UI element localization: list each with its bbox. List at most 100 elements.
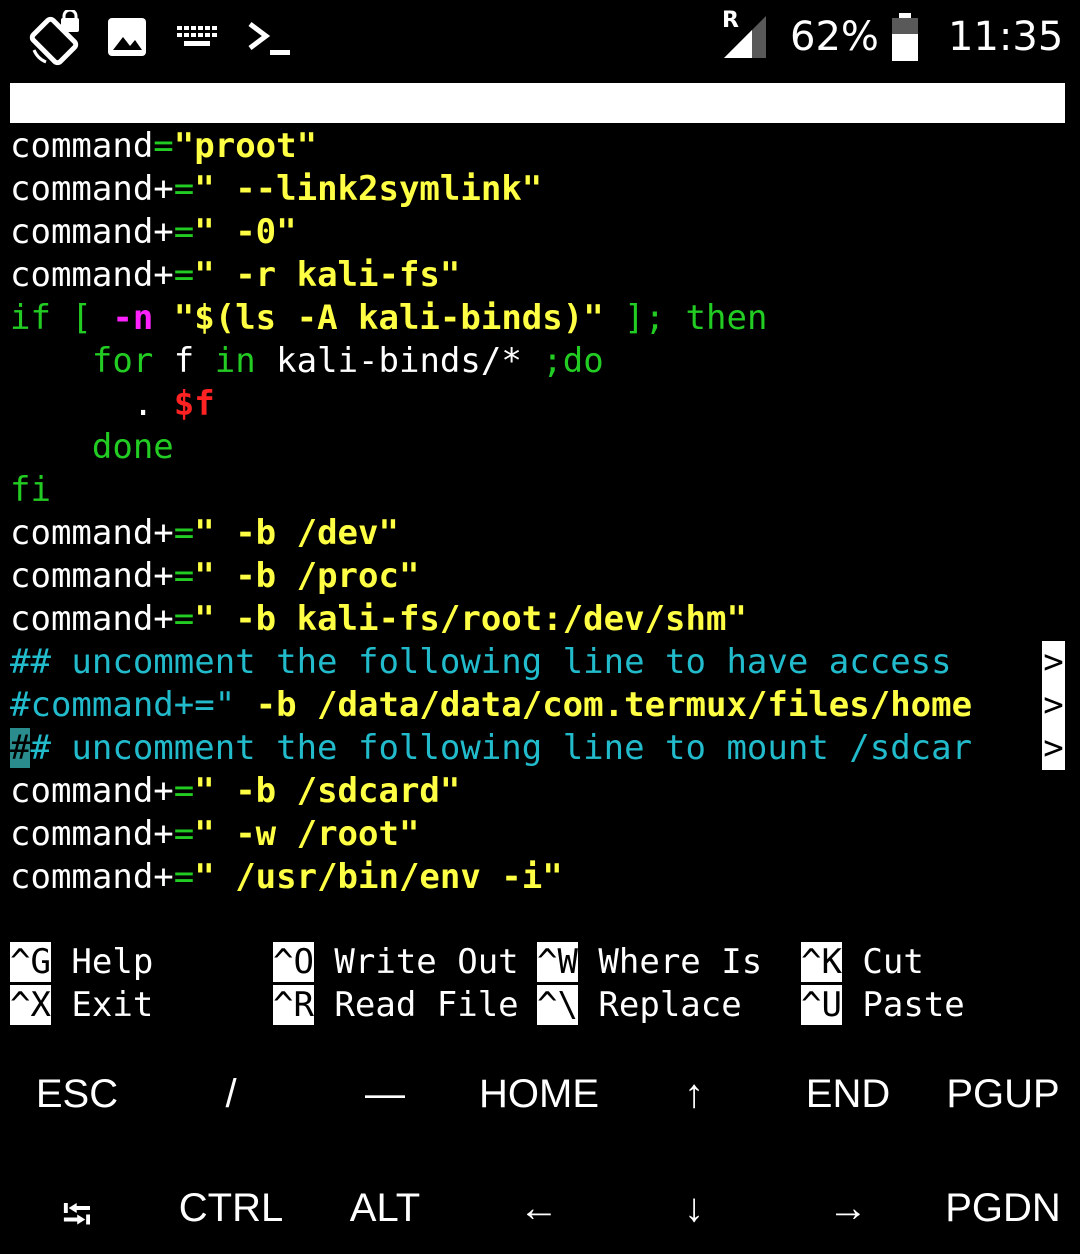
- code-token: ;do: [542, 341, 604, 381]
- code-token: =: [173, 771, 195, 811]
- code-line[interactable]: command+=" -b /proc": [10, 555, 1070, 598]
- shortcut-key: ^X: [10, 985, 51, 1025]
- code-token: "$(ls -A kali-binds)": [173, 298, 604, 338]
- tab-key[interactable]: ⭾: [62, 1186, 92, 1254]
- code-line[interactable]: if [ -n "$(ls -A kali-binds)" ]; then: [10, 297, 1070, 340]
- code-token: # uncomment the following line to mount …: [30, 728, 973, 768]
- code-token: " -b /proc": [194, 556, 420, 596]
- code-token: =: [173, 169, 195, 209]
- code-token: " -0": [194, 212, 297, 252]
- shortcut-item[interactable]: ^\ Replace: [537, 984, 742, 1027]
- code-line[interactable]: ## uncomment the following line to have …: [10, 641, 1070, 684]
- code-line[interactable]: command+=" -b kali-fs/root:/dev/shm": [10, 598, 1070, 641]
- code-token: " /usr/bin/env -i": [194, 857, 563, 897]
- shortcut-key: ^K: [801, 942, 842, 982]
- code-line[interactable]: ## uncomment the following line to mount…: [10, 727, 1070, 770]
- line-truncated-marker: >: [1042, 641, 1065, 684]
- code-line[interactable]: command+=" -b /dev": [10, 512, 1070, 555]
- code-line[interactable]: . $f: [10, 383, 1070, 426]
- code-line[interactable]: command+=" -r kali-fs": [10, 254, 1070, 297]
- shortcut-label: Exit: [50, 985, 154, 1025]
- shortcut-item[interactable]: ^G Help: [10, 941, 153, 984]
- shortcut-item[interactable]: ^X Exit: [10, 984, 153, 1027]
- code-token: " --link2symlink": [194, 169, 543, 209]
- code-line[interactable]: command+=" --link2symlink": [10, 168, 1070, 211]
- code-token: =: [173, 212, 195, 252]
- dash-key[interactable]: ―: [365, 1072, 405, 1117]
- code-token: " -w /root": [194, 814, 420, 854]
- text-cursor: #: [10, 728, 31, 768]
- code-line[interactable]: fi: [10, 469, 1070, 512]
- shortcut-key: ^R: [273, 985, 314, 1025]
- signal-icon: [724, 16, 766, 58]
- shortcut-item[interactable]: ^R Read File: [273, 984, 519, 1027]
- shortcut-label: Help: [50, 942, 154, 982]
- code-token: fi: [10, 470, 51, 510]
- code-token: done: [10, 427, 174, 467]
- code-line[interactable]: #command+=" -b /data/data/com.termux/fil…: [10, 684, 1070, 727]
- code-token: for: [91, 341, 154, 381]
- shortcut-item[interactable]: ^W Where Is: [537, 941, 762, 984]
- code-token: command+: [10, 212, 174, 252]
- pgdn-key[interactable]: PGDN: [945, 1186, 1061, 1231]
- shortcut-row: ^G Help ^O Write Out ^W Where Is ^K Cut: [10, 941, 1070, 984]
- shortcut-key: ^O: [273, 942, 314, 982]
- terminal-icon: [248, 22, 290, 55]
- code-token: " -r kali-fs": [194, 255, 461, 295]
- slash-key[interactable]: /: [225, 1072, 236, 1117]
- line-truncated-marker: >: [1042, 727, 1065, 770]
- shortcut-item[interactable]: ^O Write Out: [273, 941, 519, 984]
- code-token: command+: [10, 599, 174, 639]
- code-line[interactable]: command+=" /usr/bin/env -i": [10, 856, 1070, 899]
- arrow-right-key[interactable]: →: [828, 1186, 868, 1231]
- code-token: command+: [10, 814, 174, 854]
- code-token: f: [153, 341, 215, 381]
- shortcut-item[interactable]: ^K Cut: [801, 941, 924, 984]
- shortcut-bar: ^G Help ^O Write Out ^W Where Is ^K Cut ^X …: [10, 941, 1070, 1027]
- code-line[interactable]: command+=" -0": [10, 211, 1070, 254]
- code-token: =: [173, 255, 195, 295]
- code-token: -b /data/data/com.termux/files/home: [255, 685, 973, 725]
- shortcut-key: ^\: [537, 985, 578, 1025]
- arrow-up-key[interactable]: ↑: [684, 1072, 704, 1117]
- alt-key[interactable]: ALT: [350, 1186, 420, 1231]
- code-line[interactable]: done: [10, 426, 1070, 469]
- code-token: =: [173, 599, 195, 639]
- arrow-left-key[interactable]: ←: [519, 1186, 559, 1231]
- code-token: command+: [10, 556, 174, 596]
- code-line[interactable]: command+=" -b /sdcard": [10, 770, 1070, 813]
- keyboard-icon: [177, 26, 217, 46]
- shortcut-label: Where Is: [577, 942, 763, 982]
- code-token: =: [173, 814, 195, 854]
- code-token: in: [214, 341, 256, 381]
- code-token: =: [173, 513, 195, 553]
- status-bar: R 62% 11:35: [0, 0, 1080, 78]
- code-token: " -b /dev": [194, 513, 399, 553]
- code-token: command: [10, 126, 154, 166]
- editor-text-area[interactable]: command="proot" command+=" --link2symlink…: [10, 125, 1070, 899]
- code-line[interactable]: command="proot": [10, 125, 1070, 168]
- rotation-lock-icon: [29, 10, 79, 66]
- clock: 11:35: [948, 14, 1064, 60]
- shortcut-row: ^X Exit ^R Read File ^\ Replace ^U Paste: [10, 984, 1070, 1027]
- code-token: " -b /sdcard": [194, 771, 461, 811]
- shortcut-item[interactable]: ^U Paste: [801, 984, 965, 1027]
- code-token: command+: [10, 169, 174, 209]
- code-token: command+: [10, 513, 174, 553]
- esc-key[interactable]: ESC: [36, 1072, 118, 1117]
- code-token: "proot": [173, 126, 318, 166]
- end-key[interactable]: END: [806, 1072, 890, 1117]
- code-line[interactable]: command+=" -w /root": [10, 813, 1070, 856]
- shortcut-label: Paste: [841, 985, 965, 1025]
- home-key[interactable]: HOME: [479, 1072, 599, 1117]
- pgup-key[interactable]: PGUP: [946, 1072, 1059, 1117]
- code-line[interactable]: for f in kali-binds/* ;do: [10, 340, 1070, 383]
- code-token: if [: [10, 298, 113, 338]
- arrow-down-key[interactable]: ↓: [684, 1186, 704, 1231]
- shortcut-label: Read File: [313, 985, 519, 1025]
- ctrl-key[interactable]: CTRL: [179, 1186, 283, 1231]
- code-token: command+: [10, 255, 174, 295]
- code-token: kali-binds/*: [255, 341, 543, 381]
